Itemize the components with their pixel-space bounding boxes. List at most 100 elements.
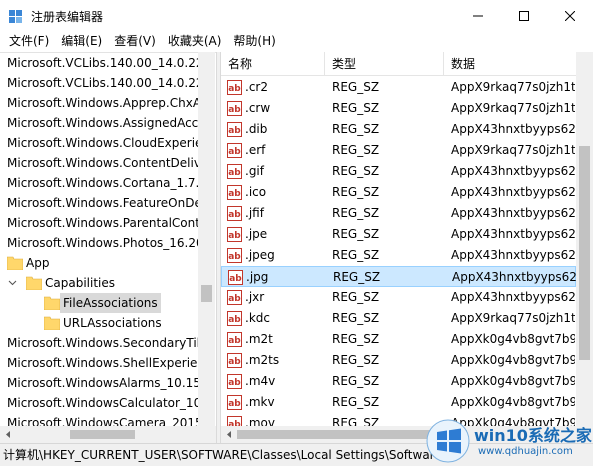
value-data: AppX43hnxtbyyps62j: [452, 270, 576, 284]
value-row[interactable]: ab .erf REG_SZ AppX9rkaq77s0jzh1ty: [221, 140, 576, 161]
tree-item-fileassociations[interactable]: FileAssociations: [0, 293, 200, 313]
value-data: AppX43hnxtbyyps62j: [451, 164, 575, 178]
scrollbar-thumb[interactable]: [201, 285, 212, 302]
tree-item-label: Microsoft.Windows.Apprep.ChxA: [7, 96, 202, 110]
scrollbar-thumb[interactable]: [70, 430, 135, 439]
svg-text:ab: ab: [228, 336, 241, 346]
scroll-left-arrow-icon[interactable]: [4, 430, 13, 439]
string-value-icon: ab: [227, 290, 242, 305]
tree-item-urlassociations[interactable]: URLAssociations: [0, 313, 200, 333]
tree-vertical-scrollbar[interactable]: [198, 52, 215, 426]
value-type: REG_SZ: [332, 311, 380, 325]
menu-bar: 文件(F) 编辑(E) 查看(V) 收藏夹(A) 帮助(H): [0, 32, 593, 52]
svg-text:ab: ab: [228, 210, 241, 220]
tree-item-label: Microsoft.VCLibs.140.00_14.0.229: [7, 56, 212, 70]
scroll-left-arrow-icon[interactable]: [225, 430, 234, 439]
menu-favorites[interactable]: 收藏夹(A): [162, 32, 228, 52]
value-name: .erf: [245, 143, 266, 157]
svg-text:ab: ab: [228, 147, 241, 157]
string-value-icon: ab: [227, 353, 242, 368]
value-data: AppX43hnxtbyyps62j: [451, 227, 575, 241]
string-value-icon: ab: [227, 101, 242, 116]
svg-text:ab: ab: [228, 126, 241, 136]
svg-text:ab: ab: [228, 378, 241, 388]
tree-item-label: Microsoft.Windows.Photos_16.20: [7, 236, 204, 250]
tree-item-label: Microsoft.Windows.CloudExperie: [7, 136, 203, 150]
column-header-name[interactable]: 名称: [221, 52, 325, 76]
svg-text:ab: ab: [228, 315, 241, 325]
column-header-type[interactable]: 类型: [325, 52, 444, 76]
value-data: AppX43hnxtbyyps62j: [451, 185, 575, 199]
string-value-icon: ab: [227, 332, 242, 347]
value-row[interactable]: ab .gif REG_SZ AppX43hnxtbyyps62j: [221, 161, 576, 182]
svg-text:ab: ab: [228, 231, 241, 241]
value-data: AppXk0g4vb8gvt7b9: [451, 395, 575, 409]
tree-item-app[interactable]: App: [0, 253, 200, 273]
column-header-data[interactable]: 数据: [444, 52, 593, 76]
string-value-icon: ab: [227, 80, 242, 95]
value-row[interactable]: ab .kdc REG_SZ AppX9rkaq77s0jzh1ty: [221, 308, 576, 329]
string-value-icon: ab: [227, 374, 242, 389]
value-name: .jfif: [245, 206, 264, 220]
value-row[interactable]: ab .crw REG_SZ AppX9rkaq77s0jzh1ty: [221, 98, 576, 119]
value-data: AppXk0g4vb8gvt7b9: [451, 332, 575, 346]
value-row[interactable]: ab .jpeg REG_SZ AppX43hnxtbyyps62j: [221, 245, 576, 266]
tree-item-label: FileAssociations: [60, 293, 161, 313]
value-data: AppXk0g4vb8gvt7b9: [451, 374, 575, 388]
value-type: REG_SZ: [332, 143, 380, 157]
svg-text:ab: ab: [228, 357, 241, 367]
window-title: 注册表编辑器: [31, 10, 104, 24]
value-data: AppX43hnxtbyyps62j: [451, 248, 575, 262]
menu-help[interactable]: 帮助(H): [227, 32, 281, 52]
registry-editor-icon: [9, 10, 22, 23]
tree-pane[interactable]: Microsoft.VCLibs.140.00_14.0.229 Microso…: [0, 52, 216, 443]
value-name: .gif: [245, 164, 264, 178]
value-row[interactable]: ab .jpg REG_SZ AppX43hnxtbyyps62j: [221, 266, 576, 287]
menu-view[interactable]: 查看(V): [108, 32, 162, 52]
value-type: REG_SZ: [332, 122, 380, 136]
svg-text:ab: ab: [228, 84, 241, 94]
value-row[interactable]: ab .jxr REG_SZ AppX43hnxtbyyps62j: [221, 287, 576, 308]
tree-item-capabilities[interactable]: Capabilities: [0, 273, 200, 293]
string-value-icon: ab: [227, 248, 242, 263]
string-value-icon: ab: [227, 311, 242, 326]
tree-item-label: Microsoft.Windows.SecondaryTil: [7, 336, 200, 350]
string-value-icon: ab: [227, 122, 242, 137]
tree-horizontal-scrollbar[interactable]: [0, 426, 216, 443]
value-data: AppX43hnxtbyyps62j: [451, 290, 575, 304]
close-button[interactable]: [547, 0, 593, 32]
value-row[interactable]: ab .m2t REG_SZ AppXk0g4vb8gvt7b9: [221, 329, 576, 350]
windows-logo-icon: [426, 419, 470, 463]
tree-item-label: Microsoft.WindowsAlarms_10.15: [7, 376, 201, 390]
watermark-logo: win10系统之家 www.qdhuajin.com: [424, 417, 593, 466]
menu-edit[interactable]: 编辑(E): [55, 32, 108, 52]
value-name: .kdc: [245, 311, 270, 325]
scrollbar-thumb[interactable]: [579, 146, 590, 360]
value-name: .jpeg: [245, 248, 275, 262]
maximize-button[interactable]: [501, 0, 547, 32]
value-row[interactable]: ab .ico REG_SZ AppX43hnxtbyyps62j: [221, 182, 576, 203]
value-row[interactable]: ab .m2ts REG_SZ AppXk0g4vb8gvt7b9: [221, 350, 576, 371]
minimize-button[interactable]: [455, 0, 501, 32]
title-bar[interactable]: 注册表编辑器: [0, 0, 593, 32]
value-type: REG_SZ: [332, 353, 380, 367]
value-type: REG_SZ: [332, 80, 380, 94]
value-name: .mkv: [245, 395, 275, 409]
value-row[interactable]: ab .jfif REG_SZ AppX43hnxtbyyps62j: [221, 203, 576, 224]
maximize-icon: [519, 11, 529, 21]
value-row[interactable]: ab .m4v REG_SZ AppXk0g4vb8gvt7b9: [221, 371, 576, 392]
string-value-icon: ab: [227, 185, 242, 200]
value-row[interactable]: ab .mkv REG_SZ AppXk0g4vb8gvt7b9: [221, 392, 576, 413]
values-pane[interactable]: 名称 类型 数据 ab .cr2 REG_SZ AppX9rkaq77s0jzh1ty…: [221, 52, 593, 443]
value-type: REG_SZ: [332, 206, 380, 220]
string-value-icon: ab: [227, 143, 242, 158]
values-vertical-scrollbar[interactable]: [576, 52, 593, 426]
watermark-text: win10系统之家: [474, 426, 592, 445]
value-row[interactable]: ab .cr2 REG_SZ AppX9rkaq77s0jzh1ty: [221, 77, 576, 98]
watermark-url: www.qdhuajin.com: [478, 446, 573, 457]
tree-item-label: URLAssociations: [63, 316, 162, 330]
value-row[interactable]: ab .jpe REG_SZ AppX43hnxtbyyps62j: [221, 224, 576, 245]
menu-file[interactable]: 文件(F): [3, 32, 55, 52]
value-row[interactable]: ab .dib REG_SZ AppX43hnxtbyyps62j: [221, 119, 576, 140]
chevron-down-icon[interactable]: [8, 278, 17, 287]
